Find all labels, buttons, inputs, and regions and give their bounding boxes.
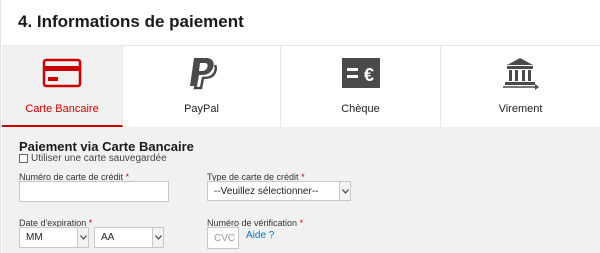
bank-transfer-icon bbox=[502, 58, 539, 90]
tab-label-cheque: Chèque bbox=[341, 103, 380, 115]
cvc-placeholder: CVC bbox=[214, 232, 236, 244]
chevron-down-icon bbox=[339, 182, 350, 200]
card-type-selected: --Veuillez sélectionner-- bbox=[214, 185, 319, 197]
cvc-input[interactable]: CVC bbox=[207, 227, 239, 249]
credit-card-icon bbox=[42, 58, 82, 88]
svg-text:€: € bbox=[363, 65, 373, 85]
tab-carte-bancaire[interactable]: Carte Bancaire bbox=[2, 46, 123, 127]
card-number-input[interactable] bbox=[19, 181, 169, 202]
payment-method-tabs: Carte Bancaire PayPal € Chèque Virement bbox=[2, 46, 600, 127]
tab-label-carte-bancaire: Carte Bancaire bbox=[25, 103, 99, 115]
expiration-month-select[interactable]: MM bbox=[19, 227, 89, 248]
expiration-month-value: MM bbox=[26, 232, 43, 243]
saved-card-label: Utiliser une carte sauvegardée bbox=[31, 153, 167, 164]
tab-label-virement: Virement bbox=[498, 103, 543, 115]
tab-paypal[interactable]: PayPal bbox=[123, 46, 281, 127]
help-link[interactable]: Aide ? bbox=[246, 230, 274, 241]
section-title: 4. Informations de paiement bbox=[18, 12, 244, 31]
card-payment-form: Paiement via Carte Bancaire Utiliser une… bbox=[2, 127, 600, 253]
chevron-down-icon bbox=[77, 228, 88, 247]
paypal-icon bbox=[189, 58, 217, 90]
expiration-year-select[interactable]: AA bbox=[94, 227, 164, 248]
tab-virement[interactable]: Virement bbox=[441, 46, 600, 127]
card-type-select[interactable]: --Veuillez sélectionner-- bbox=[207, 181, 351, 201]
expiration-year-value: AA bbox=[101, 232, 115, 243]
form-title: Paiement via Carte Bancaire bbox=[19, 139, 194, 154]
section-header: 4. Informations de paiement bbox=[2, 0, 600, 46]
chevron-down-icon bbox=[152, 228, 163, 247]
cheque-icon: € bbox=[341, 58, 380, 88]
tab-label-paypal: PayPal bbox=[184, 103, 219, 115]
payment-page: 4. Informations de paiement Carte Bancai… bbox=[0, 0, 600, 253]
saved-card-checkbox[interactable] bbox=[19, 154, 28, 163]
saved-card-option[interactable]: Utiliser une carte sauvegardée bbox=[19, 153, 167, 164]
tab-cheque[interactable]: € Chèque bbox=[281, 46, 441, 127]
